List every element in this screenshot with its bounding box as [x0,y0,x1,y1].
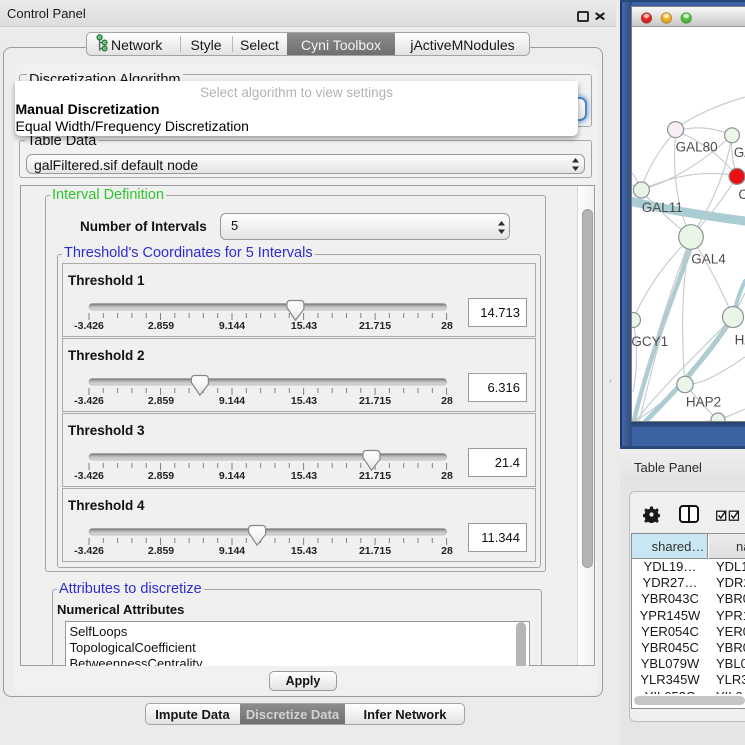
svg-text:GAL4: GAL4 [691,252,726,267]
svg-text:GAL80: GAL80 [676,140,718,155]
svg-text:HAP2: HAP2 [686,395,721,410]
svg-text:CRD: CRD [738,187,745,202]
svg-text:GAL1: GAL1 [734,145,745,160]
svg-text:GAL11: GAL11 [642,200,683,215]
svg-text:HAP: HAP [735,333,745,348]
svg-text:GCY1: GCY1 [632,334,668,349]
